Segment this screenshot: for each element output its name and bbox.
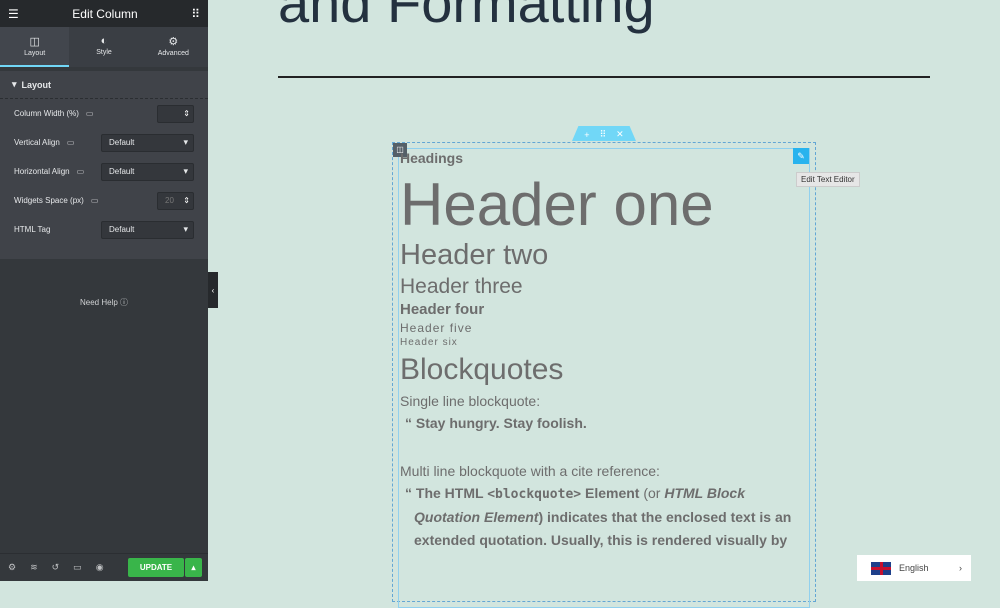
html-tag-select[interactable]: Default — [101, 220, 194, 239]
multi-blockquote: “ The HTML <blockquote> Element (or HTML… — [405, 484, 792, 548]
question-icon: ⓘ — [120, 298, 129, 307]
chevron-right-icon: › — [959, 563, 962, 573]
sidebar-footer: ⚙ ≋ ↺ ▭ ◉ UPDATE ▴ — [0, 553, 208, 581]
text-editor-content[interactable]: Headings Header one Header two Header th… — [400, 150, 808, 551]
section-handle[interactable]: + ⠿ ✕ — [572, 126, 636, 141]
header-one: Header one — [400, 171, 714, 238]
tab-label: Layout — [24, 50, 46, 57]
field-html-tag: HTML Tag Default — [0, 215, 208, 244]
sidebar-header: ☰ Edit Column ⠿ — [0, 0, 208, 27]
need-help-link[interactable]: Need Help ⓘ — [0, 297, 208, 308]
language-switcher[interactable]: English › — [857, 555, 971, 581]
language-label: English — [899, 563, 929, 573]
quote-text: HTML — [444, 484, 488, 501]
widgets-grid-icon[interactable]: ⠿ — [191, 7, 200, 21]
quote-text: (or — [639, 484, 665, 501]
half-circle-icon: ◐ — [100, 35, 108, 47]
columns-icon: ◫ — [29, 36, 40, 48]
help-label: Need Help — [79, 298, 118, 307]
update-button[interactable]: UPDATE — [128, 558, 184, 577]
field-label: Horizontal Align — [14, 167, 70, 176]
field-label: HTML Tag — [14, 225, 51, 234]
divider — [278, 76, 930, 78]
tab-label: Advanced — [157, 50, 189, 57]
desktop-icon[interactable]: ▭ — [67, 138, 75, 147]
tab-style[interactable]: ◐ Style — [69, 27, 138, 67]
navigator-layers-icon[interactable]: ≋ — [30, 562, 38, 573]
widgets-space-input[interactable]: 20 — [157, 191, 194, 210]
field-vertical-align: Vertical Align ▭ Default — [0, 128, 208, 157]
close-icon[interactable]: ✕ — [616, 129, 624, 140]
quote-text: Element — [581, 484, 640, 501]
multi-line-label: Multi line blockquote with a cite refere… — [400, 462, 660, 479]
drag-icon[interactable]: ⠿ — [600, 129, 607, 140]
field-label: Widgets Space (px) — [14, 196, 84, 205]
add-icon[interactable]: + — [584, 130, 589, 140]
horizontal-align-select[interactable]: Default — [101, 162, 194, 181]
headings-label: Headings — [400, 150, 464, 166]
desktop-icon[interactable]: ▭ — [86, 109, 94, 118]
preview-canvas: and Formatting + ⠿ ✕ ◫ ✎ Edit Text Editor … — [218, 0, 1000, 608]
header-two: Header two — [400, 239, 549, 271]
header-four: Header four — [400, 301, 485, 318]
layout-section: ▾ Layout Column Width (%) ▭ Vertical Alig… — [0, 71, 208, 259]
field-label: Vertical Align — [14, 138, 60, 147]
section-toggle[interactable]: ▾ Layout — [0, 71, 208, 99]
save-options-button[interactable]: ▴ — [185, 558, 202, 577]
blockquotes-heading: Blockquotes — [400, 353, 564, 386]
panel-title: Edit Column — [72, 6, 138, 21]
editor-sidebar: ☰ Edit Column ⠿ ◫ Layout ◐ Style ⚙ Advanced… — [0, 0, 208, 581]
responsive-mode-icon[interactable]: ▭ — [73, 562, 82, 573]
collapse-panel-button[interactable]: ‹ — [208, 272, 218, 308]
single-blockquote: “ Stay hungry. Stay foolish. — [405, 415, 587, 431]
desktop-icon[interactable]: ▭ — [91, 196, 99, 205]
quote-text: The — [415, 484, 445, 501]
field-widgets-space: Widgets Space (px) ▭ 20 — [0, 186, 208, 215]
desktop-icon[interactable]: ▭ — [77, 167, 85, 176]
hamburger-menu-icon[interactable]: ☰ — [8, 7, 19, 21]
quote-text: Stay hungry. Stay foolish. — [415, 415, 587, 431]
field-column-width: Column Width (%) ▭ — [0, 99, 208, 128]
single-line-label: Single line blockquote: — [400, 393, 541, 409]
column-width-input[interactable] — [157, 104, 194, 123]
page-title: and Formatting — [278, 0, 655, 34]
header-six: Header six — [400, 337, 458, 348]
settings-icon[interactable]: ⚙ — [8, 562, 16, 573]
field-label: Column Width (%) — [14, 109, 79, 118]
quote-code: <blockquote> — [487, 486, 582, 502]
preview-eye-icon[interactable]: ◉ — [96, 562, 104, 573]
tab-label: Style — [96, 49, 112, 56]
field-horizontal-align: Horizontal Align ▭ Default — [0, 157, 208, 186]
gear-icon: ⚙ — [168, 36, 179, 48]
header-five: Header five — [400, 321, 473, 335]
vertical-align-select[interactable]: Default — [101, 133, 194, 152]
uk-flag-icon — [871, 561, 891, 575]
header-three: Header three — [400, 275, 523, 298]
section-title: Layout — [21, 79, 52, 90]
history-icon[interactable]: ↺ — [52, 562, 60, 573]
tab-layout[interactable]: ◫ Layout — [0, 27, 70, 67]
tab-advanced[interactable]: ⚙ Advanced — [139, 27, 208, 67]
